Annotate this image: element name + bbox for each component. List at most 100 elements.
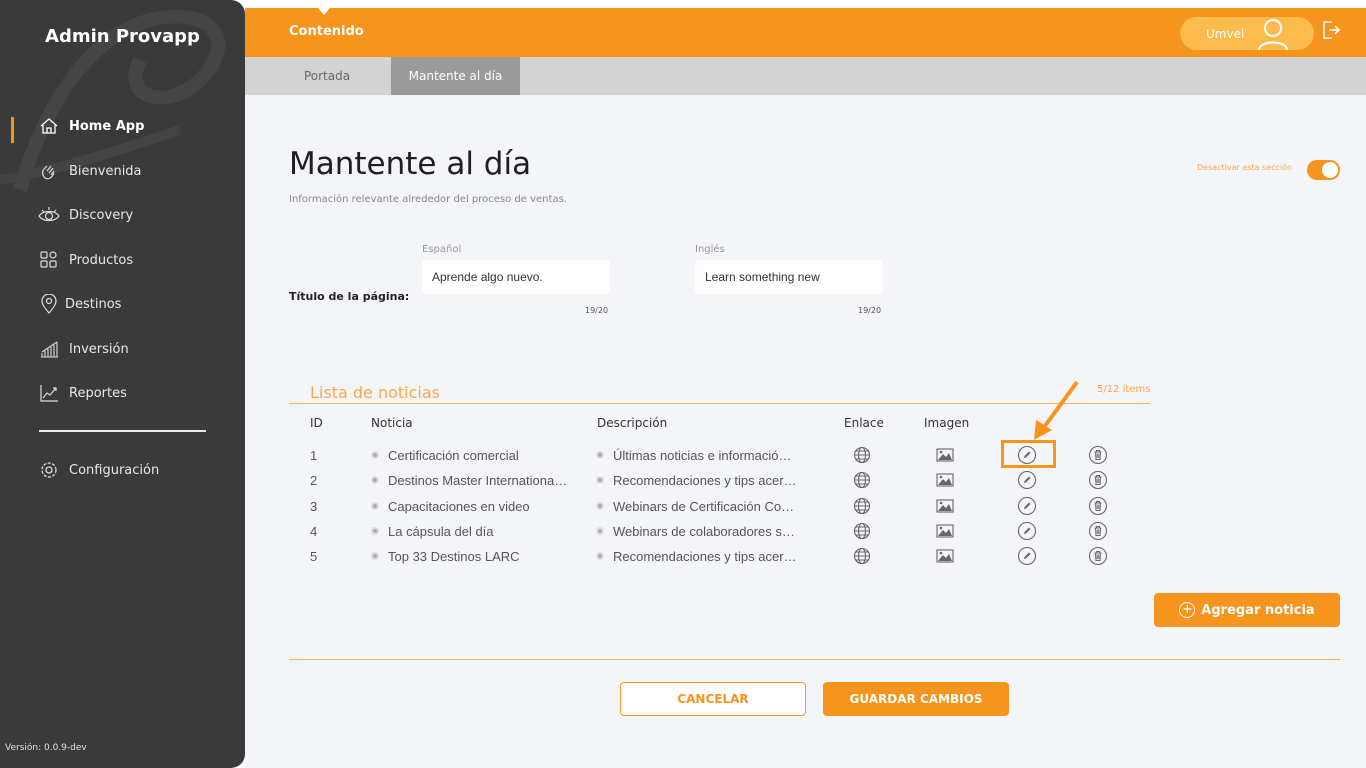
cancel-button[interactable]: CANCELAR [620, 682, 806, 716]
delete-icon[interactable] [1088, 546, 1108, 566]
sidebar-item-label: Configuración [69, 462, 160, 478]
section-toggle[interactable] [1307, 160, 1340, 180]
delete-icon[interactable] [1088, 521, 1108, 541]
plus-icon: + [1179, 602, 1196, 618]
row-id: 4 [310, 523, 318, 539]
arrow-annotation-icon [1034, 380, 1079, 440]
spanish-title-input[interactable]: Aprende algo nuevo. [422, 260, 610, 294]
sidebar-item-label: Discovery [69, 207, 134, 223]
logout-icon[interactable] [1321, 20, 1341, 44]
column-header-image: Imagen [924, 416, 970, 430]
news-list-count: 5/12 ítems [1097, 384, 1151, 395]
bar-chart-icon [38, 338, 60, 360]
sidebar-item-label: Destinos [65, 296, 122, 312]
sidebar-item-discovery[interactable]: Discovery [38, 203, 133, 227]
sidebar-item-configuracion[interactable]: Configuración [38, 458, 159, 482]
bullet-icon [596, 526, 604, 535]
bullet-icon [371, 501, 379, 510]
tab-portada[interactable]: Portada [282, 57, 372, 95]
tab-mantente-al-dia[interactable]: Mantente al día [391, 57, 520, 95]
row-news-title: Destinos Master International Collection [388, 473, 570, 489]
sidebar-item-label: Inversión [69, 341, 129, 357]
header-notch [318, 8, 330, 15]
sidebar-item-destinos[interactable]: Destinos [38, 292, 121, 316]
page-title: Mantente al día [289, 146, 532, 182]
save-changes-button[interactable]: GUARDAR CAMBIOS [823, 682, 1009, 716]
user-name: Umvel [1206, 27, 1245, 41]
sidebar-item-inversion[interactable]: Inversión [38, 337, 129, 361]
user-avatar-icon [1256, 17, 1290, 53]
edit-icon[interactable] [1017, 470, 1037, 490]
news-list-title: Lista de noticias [310, 383, 440, 402]
add-news-button[interactable]: + Agregar noticia [1154, 593, 1340, 627]
toggle-label: Desactivar esta sección [1197, 163, 1293, 172]
version-label: Versión: 0.0.9-dev [5, 743, 87, 753]
column-header-description: Descripción [597, 416, 668, 430]
column-header-link: Enlace [844, 416, 884, 430]
row-description: Webinars de Certificación Comercial [613, 498, 797, 514]
home-icon [38, 115, 60, 137]
sidebar-item-label: Productos [69, 252, 134, 268]
row-id: 2 [310, 473, 318, 489]
page-title-field-label: Título de la página: [289, 290, 410, 303]
image-icon[interactable] [935, 521, 955, 541]
bullet-icon [596, 451, 604, 459]
globe-icon[interactable] [852, 445, 872, 465]
spanish-label: Español [422, 244, 462, 255]
sidebar-item-bienvenida[interactable]: Bienvenida [38, 159, 142, 183]
row-news-title: Certificación comercial [388, 448, 519, 463]
image-icon[interactable] [935, 546, 955, 566]
image-icon[interactable] [935, 445, 955, 465]
delete-icon[interactable] [1088, 445, 1108, 465]
eye-icon [38, 204, 60, 226]
app-title: Admin Provapp [45, 26, 200, 47]
row-description: Recomendaciones y tips acerca de los d..… [613, 473, 797, 489]
sidebar-item-home-app[interactable]: Home App [38, 114, 144, 138]
sidebar-divider [39, 430, 206, 432]
row-id: 3 [310, 498, 318, 514]
row-news-title: Capacitaciones en video [388, 498, 530, 514]
row-id: 5 [310, 549, 318, 565]
row-description: Últimas noticias e información de tu pr.… [613, 448, 797, 463]
header-title: Contenido [289, 24, 364, 39]
edit-icon[interactable] [1017, 496, 1037, 516]
sidebar-item-productos[interactable]: Productos [38, 248, 133, 272]
add-news-label: Agregar noticia [1201, 602, 1315, 618]
image-icon[interactable] [935, 470, 955, 490]
english-title-input[interactable]: Learn something new [695, 260, 883, 294]
gear-icon [38, 459, 60, 481]
globe-icon[interactable] [852, 546, 872, 566]
globe-icon[interactable] [852, 470, 872, 490]
sidebar-item-label: Bienvenida [69, 163, 142, 179]
sidebar-item-reportes[interactable]: Reportes [38, 381, 127, 405]
bullet-icon [371, 451, 379, 459]
globe-icon[interactable] [852, 496, 872, 516]
globe-icon[interactable] [852, 521, 872, 541]
edit-icon[interactable] [1017, 546, 1037, 566]
edit-icon[interactable] [1017, 521, 1037, 541]
delete-icon[interactable] [1088, 470, 1108, 490]
sidebar-item-label: Reportes [69, 385, 127, 401]
line-chart-icon [38, 382, 60, 404]
bullet-icon [371, 526, 379, 535]
delete-icon[interactable] [1088, 496, 1108, 516]
english-label: Inglés [695, 244, 725, 255]
row-description: Webinars de colaboradores sobre destinos [613, 523, 797, 539]
news-list-divider [289, 403, 1150, 404]
row-id: 1 [310, 448, 318, 463]
active-indicator [11, 117, 14, 143]
sidebar-item-label: Home App [69, 118, 145, 134]
row-news-title: Top 33 Destinos LARC [388, 549, 520, 565]
row-description: Recomendaciones y tips acerca de los d..… [613, 549, 797, 565]
wave-hand-icon [38, 160, 60, 182]
image-icon[interactable] [935, 496, 955, 516]
user-menu-button[interactable]: Umvel [1180, 17, 1314, 53]
footer-divider [289, 659, 1340, 660]
toggle-knob [1322, 162, 1338, 178]
page-subtitle: Información relevante alrededor del proc… [289, 194, 567, 205]
map-pin-icon [38, 293, 60, 315]
english-char-counter: 19/20 [858, 306, 882, 315]
highlight-box [1001, 440, 1056, 468]
bullet-icon [596, 501, 604, 510]
column-header-id: ID [310, 416, 323, 430]
